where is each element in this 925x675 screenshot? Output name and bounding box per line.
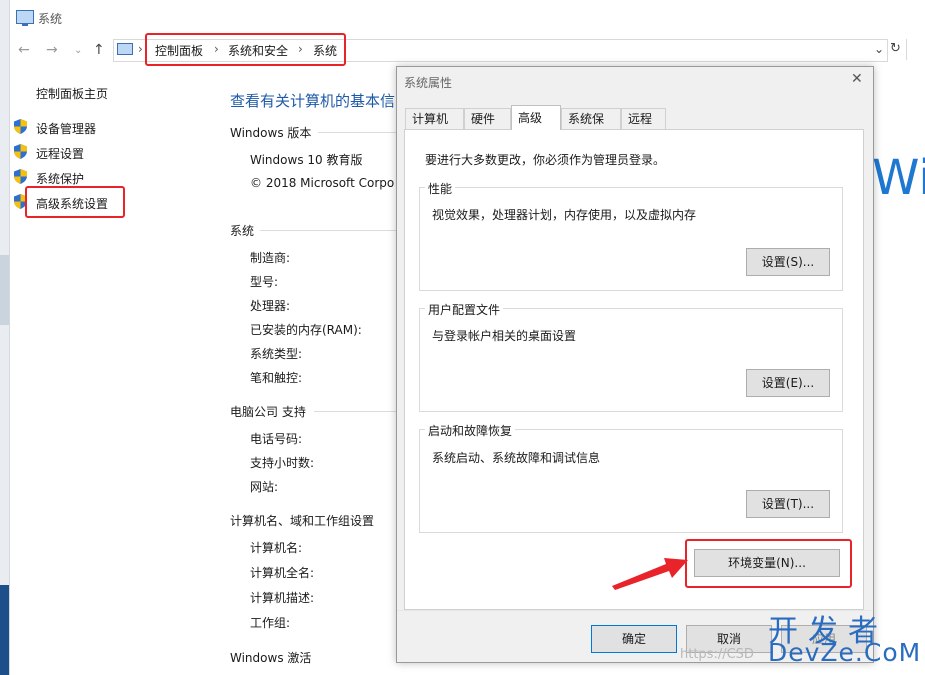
tab-remote[interactable]: 远程	[621, 108, 666, 129]
dialog-title: 系统属性	[404, 76, 453, 90]
window-title: 系统	[38, 12, 63, 26]
activation-heading: Windows 激活	[230, 651, 312, 665]
watermark-url: https://CSD	[680, 647, 754, 662]
ok-button[interactable]: 确定	[591, 625, 677, 653]
performance-settings-button[interactable]: 设置(S)...	[746, 248, 830, 276]
user-profile-group-title: 用户配置文件	[425, 301, 504, 318]
system-type-label: 系统类型:	[250, 347, 303, 361]
performance-desc: 视觉效果，处理器计划，内存使用，以及虚拟内存	[432, 208, 697, 222]
shield-icon	[14, 144, 27, 159]
recent-dropdown-icon[interactable]: ⌄	[74, 45, 82, 56]
full-computer-name-label: 计算机全名:	[250, 566, 315, 580]
highlight-box-breadcrumb	[145, 33, 346, 66]
shield-icon	[14, 169, 27, 184]
profile-settings-button[interactable]: 设置(E)...	[746, 369, 830, 397]
back-arrow-icon[interactable]: ←	[18, 42, 30, 58]
website-label: 网站:	[250, 480, 279, 494]
edition-text: Windows 10 教育版	[250, 153, 363, 167]
windows-logo-text: Wi	[872, 150, 925, 206]
forward-arrow-icon[interactable]: →	[46, 42, 58, 58]
processor-label: 处理器:	[250, 299, 291, 313]
model-label: 型号:	[250, 275, 279, 289]
remote-settings-link[interactable]: 远程设置	[36, 145, 84, 162]
page-title: 查看有关计算机的基本信	[230, 92, 396, 110]
window-edge-strip	[0, 0, 10, 675]
device-manager-link[interactable]: 设备管理器	[36, 120, 96, 137]
copyright-text: © 2018 Microsoft Corpo	[250, 176, 395, 190]
system-heading: 系统	[230, 224, 255, 238]
system-protection-link[interactable]: 系统保护	[36, 170, 84, 187]
tab-hardware[interactable]: 硬件	[464, 108, 511, 129]
support-hours-label: 支持小时数:	[250, 456, 315, 470]
tab-advanced[interactable]: 高级	[511, 105, 561, 130]
startup-recovery-desc: 系统启动、系统故障和调试信息	[432, 451, 601, 465]
control-panel-home-link[interactable]: 控制面板主页	[36, 85, 108, 102]
chevron-down-icon[interactable]: ⌄	[874, 42, 884, 56]
tab-system-protection[interactable]: 系统保护	[561, 108, 621, 146]
manufacturer-label: 制造商:	[250, 251, 291, 265]
computer-description-label: 计算机描述:	[250, 591, 315, 605]
section-divider	[260, 230, 398, 231]
up-arrow-icon[interactable]: ↑	[93, 42, 105, 58]
red-arrow-annotation	[612, 558, 688, 590]
computer-icon	[16, 10, 34, 26]
tab-computer-name[interactable]: 计算机名	[405, 108, 464, 146]
windows-edition-heading: Windows 版本	[230, 126, 312, 140]
highlight-box-env-button	[685, 539, 852, 588]
support-heading: 电脑公司 支持	[230, 405, 306, 419]
search-box-edge[interactable]	[906, 39, 925, 60]
close-icon[interactable]: ✕	[851, 71, 863, 87]
watermark-brand-en: DevZe.CoM	[768, 638, 922, 667]
highlight-box-advanced-settings	[25, 186, 125, 218]
computer-name-label: 计算机名:	[250, 541, 303, 555]
ram-label: 已安装的内存(RAM):	[250, 323, 362, 337]
section-divider	[318, 132, 398, 133]
startup-recovery-group-title: 启动和故障恢复	[425, 422, 516, 439]
shield-icon	[14, 119, 27, 134]
admin-note: 要进行大多数更改，你必须作为管理员登录。	[425, 153, 666, 167]
control-panel-icon	[117, 43, 133, 55]
breadcrumb-chevron-icon[interactable]: ›	[138, 42, 143, 56]
startup-settings-button[interactable]: 设置(T)...	[746, 490, 830, 518]
section-divider	[314, 411, 398, 412]
pen-touch-label: 笔和触控:	[250, 371, 303, 385]
refresh-icon[interactable]: ↻	[890, 41, 901, 56]
phone-label: 电话号码:	[250, 432, 303, 446]
workgroup-label: 工作组:	[250, 616, 291, 630]
computer-name-heading: 计算机名、域和工作组设置	[230, 514, 375, 528]
user-profile-desc: 与登录帐户相关的桌面设置	[432, 329, 577, 343]
performance-group-title: 性能	[425, 180, 456, 197]
